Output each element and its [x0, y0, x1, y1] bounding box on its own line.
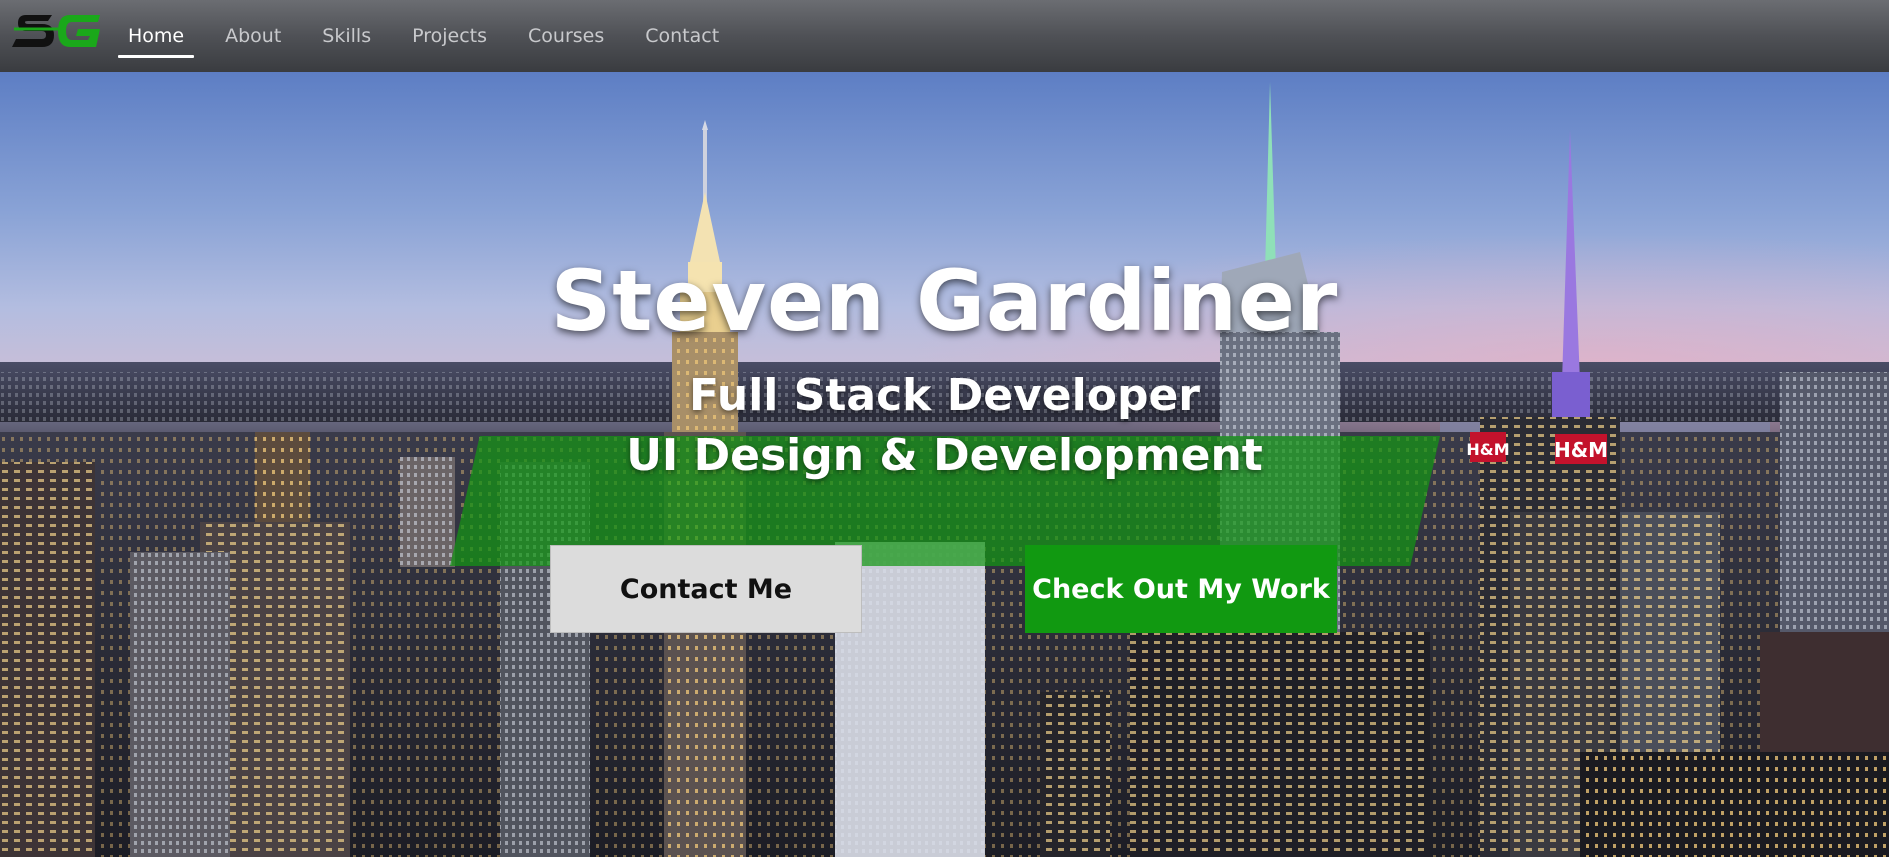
nav-projects[interactable]: Projects [402, 0, 497, 72]
nav-about[interactable]: About [215, 0, 291, 72]
nav-skills[interactable]: Skills [312, 0, 381, 72]
nav-home[interactable]: Home [118, 0, 195, 72]
navbar: Home About Skills Projects Courses Conta… [0, 0, 1889, 72]
brand-logo[interactable] [12, 7, 106, 55]
hero-subtitle-role: Full Stack Developer [689, 370, 1200, 421]
contact-me-button[interactable]: Contact Me [550, 545, 862, 633]
hero-title: Steven Gardiner [550, 252, 1339, 350]
check-out-work-button[interactable]: Check Out My Work [1025, 545, 1337, 633]
nav-links: Home About Skills Projects Courses Conta… [118, 0, 750, 72]
hero-subtitle-specialty: UI Design & Development [626, 430, 1263, 481]
nav-courses[interactable]: Courses [518, 0, 614, 72]
nav-contact[interactable]: Contact [635, 0, 729, 72]
